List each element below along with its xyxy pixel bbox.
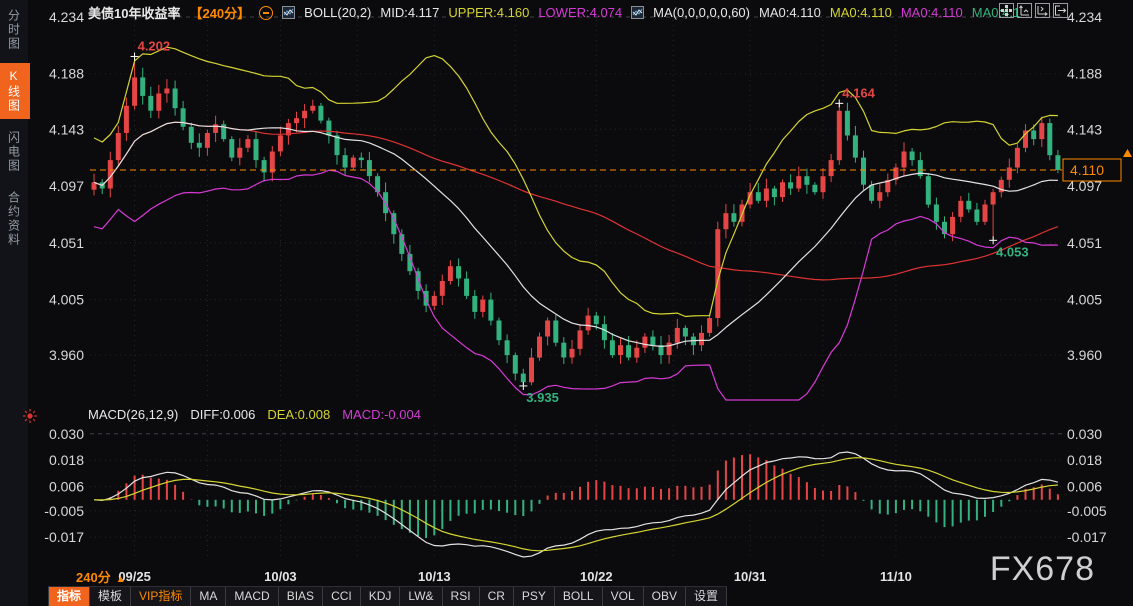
tab-macd[interactable]: MACD — [226, 587, 278, 606]
svg-text:0.006: 0.006 — [1067, 479, 1102, 495]
svg-text:4.005: 4.005 — [49, 292, 84, 308]
period-text: 240分 — [76, 570, 111, 585]
boll-upper-value: UPPER:4.160 — [448, 5, 529, 20]
ma-value-1: MA0:4.110 — [830, 5, 892, 20]
app-window: 4.2344.2344.1884.1884.1434.1434.0974.097… — [0, 0, 1133, 606]
tab-indicator[interactable]: 指标 — [48, 587, 90, 606]
svg-text:4.164: 4.164 — [842, 85, 875, 100]
boll-lower-value: LOWER:4.074 — [538, 5, 622, 20]
sidebar: 分时图 K线图闪电图合约资料 — [0, 0, 28, 606]
y-axis-zoom-icon[interactable] — [1017, 3, 1032, 18]
sidebar-item-flash-chart[interactable]: 闪电图 — [0, 125, 30, 179]
boll-label: BOLL(20,2) — [304, 5, 371, 20]
period-selector[interactable]: 240分 ▲ — [76, 567, 126, 586]
macd-diff-value: DIFF:0.006 — [190, 407, 255, 422]
svg-text:4.188: 4.188 — [1067, 66, 1102, 82]
svg-text:-0.005: -0.005 — [44, 503, 84, 519]
tab-obv[interactable]: OBV — [644, 587, 686, 606]
boll-mid-value: MID:4.117 — [380, 5, 439, 20]
tab-boll[interactable]: BOLL — [555, 587, 603, 606]
macd-dea-value: DEA:0.008 — [267, 407, 330, 422]
svg-text:4.188: 4.188 — [49, 66, 84, 82]
ma-indicator-icon[interactable] — [631, 6, 644, 19]
tab-kdj[interactable]: KDJ — [361, 587, 401, 606]
symbol-title: 美债10年收益率 — [88, 3, 180, 22]
svg-text:0.006: 0.006 — [49, 479, 84, 495]
svg-text:3.960: 3.960 — [49, 347, 84, 363]
collapse-indicator-icon[interactable] — [259, 6, 273, 20]
tab-template[interactable]: 模板 — [90, 587, 131, 606]
svg-text:4.143: 4.143 — [49, 121, 84, 137]
ma-value-2: MA0:4.110 — [901, 5, 963, 20]
ma-value-0: MA0:4.110 — [759, 5, 821, 20]
svg-text:0.018: 0.018 — [49, 452, 84, 468]
sidebar-item-contract-info[interactable]: 合约资料 — [0, 185, 30, 253]
sidebar-item-time-chart[interactable]: 分时图 — [0, 3, 30, 57]
tab-vip-indicator[interactable]: VIP指标 — [131, 587, 191, 606]
last-price-badge: 4.110 — [1063, 149, 1132, 181]
svg-text:4.234: 4.234 — [49, 9, 84, 25]
sidebar-item-kline-chart[interactable]: K线图 — [0, 63, 30, 119]
svg-text:4.110: 4.110 — [1070, 162, 1104, 178]
svg-text:0.018: 0.018 — [1067, 452, 1102, 468]
tab-rsi[interactable]: RSI — [443, 587, 480, 606]
gridlines — [90, 15, 1062, 557]
macd-diff-line — [94, 452, 1058, 557]
svg-text:3.960: 3.960 — [1067, 347, 1102, 363]
boll-indicator-icon[interactable] — [282, 6, 295, 19]
svg-text:0.030: 0.030 — [49, 426, 84, 442]
chart-tool-icons — [999, 3, 1068, 18]
watermark: FX678 — [990, 550, 1095, 589]
tab-psy[interactable]: PSY — [514, 587, 555, 606]
svg-text:4.202: 4.202 — [138, 39, 171, 54]
tab-bias[interactable]: BIAS — [279, 587, 323, 606]
svg-text:10/03: 10/03 — [264, 569, 297, 584]
scroll-latest-icon — [1123, 149, 1132, 157]
svg-text:10/22: 10/22 — [580, 569, 613, 584]
indicator-header: 美债10年收益率 【240分】 BOLL(20,2) MID:4.117 UPP… — [88, 3, 1020, 22]
tab-settings[interactable]: 设置 — [686, 587, 727, 606]
tab-cci[interactable]: CCI — [323, 587, 361, 606]
tab-lwr[interactable]: LW& — [400, 587, 442, 606]
svg-text:3.935: 3.935 — [526, 390, 559, 405]
svg-text:-0.017: -0.017 — [44, 529, 84, 545]
svg-text:4.143: 4.143 — [1067, 121, 1102, 137]
svg-text:4.051: 4.051 — [1067, 235, 1102, 251]
tab-vol[interactable]: VOL — [603, 587, 644, 606]
ma-values: MA0:4.110MA0:4.110MA0:4.110MA0:4.1 — [759, 5, 1020, 20]
svg-text:4.097: 4.097 — [49, 178, 84, 194]
x-axis-zoom-icon[interactable] — [1035, 3, 1050, 18]
macd-macd-value: MACD:-0.004 — [342, 407, 421, 422]
svg-text:0.030: 0.030 — [1067, 426, 1102, 442]
period-up-arrow-icon: ▲ — [116, 574, 126, 585]
kline-macd-svg: 4.2344.2344.1884.1884.1434.1434.0974.097… — [0, 0, 1133, 606]
macd-header: MACD(26,12,9) DIFF:0.006 DEA:0.008 MACD:… — [88, 407, 421, 422]
svg-text:-0.017: -0.017 — [1067, 529, 1107, 545]
svg-text:11/10: 11/10 — [880, 569, 912, 584]
chart-canvas[interactable]: 4.2344.2344.1884.1884.1434.1434.0974.097… — [0, 0, 1133, 606]
svg-text:10/31: 10/31 — [734, 569, 767, 584]
ma-label: MA(0,0,0,0,0,60) — [653, 5, 750, 20]
indicator-tabs: 指标模板VIP指标MAMACDBIASCCIKDJLW&RSICRPSYBOLL… — [48, 586, 727, 606]
macd-label: MACD(26,12,9) — [88, 407, 178, 422]
svg-text:-0.005: -0.005 — [1067, 503, 1107, 519]
ma60-line — [94, 122, 1058, 280]
svg-text:4.005: 4.005 — [1067, 292, 1102, 308]
pop-out-icon[interactable] — [1053, 3, 1068, 18]
alert-icon[interactable] — [22, 408, 38, 429]
svg-text:10/13: 10/13 — [418, 569, 451, 584]
boll-lower-line — [94, 170, 1058, 400]
axis-labels: 4.2344.2344.1884.1884.1434.1434.0974.097… — [44, 9, 1107, 584]
pan-tool-icon[interactable] — [999, 3, 1014, 18]
svg-text:4.234: 4.234 — [1067, 9, 1102, 25]
svg-text:4.051: 4.051 — [49, 235, 84, 251]
svg-text:4.053: 4.053 — [996, 244, 1029, 259]
tab-ma[interactable]: MA — [191, 587, 226, 606]
tab-cr[interactable]: CR — [480, 587, 514, 606]
boll-upper-line — [94, 47, 1058, 316]
period-label[interactable]: 【240分】 — [189, 3, 250, 22]
candles — [92, 57, 1061, 386]
